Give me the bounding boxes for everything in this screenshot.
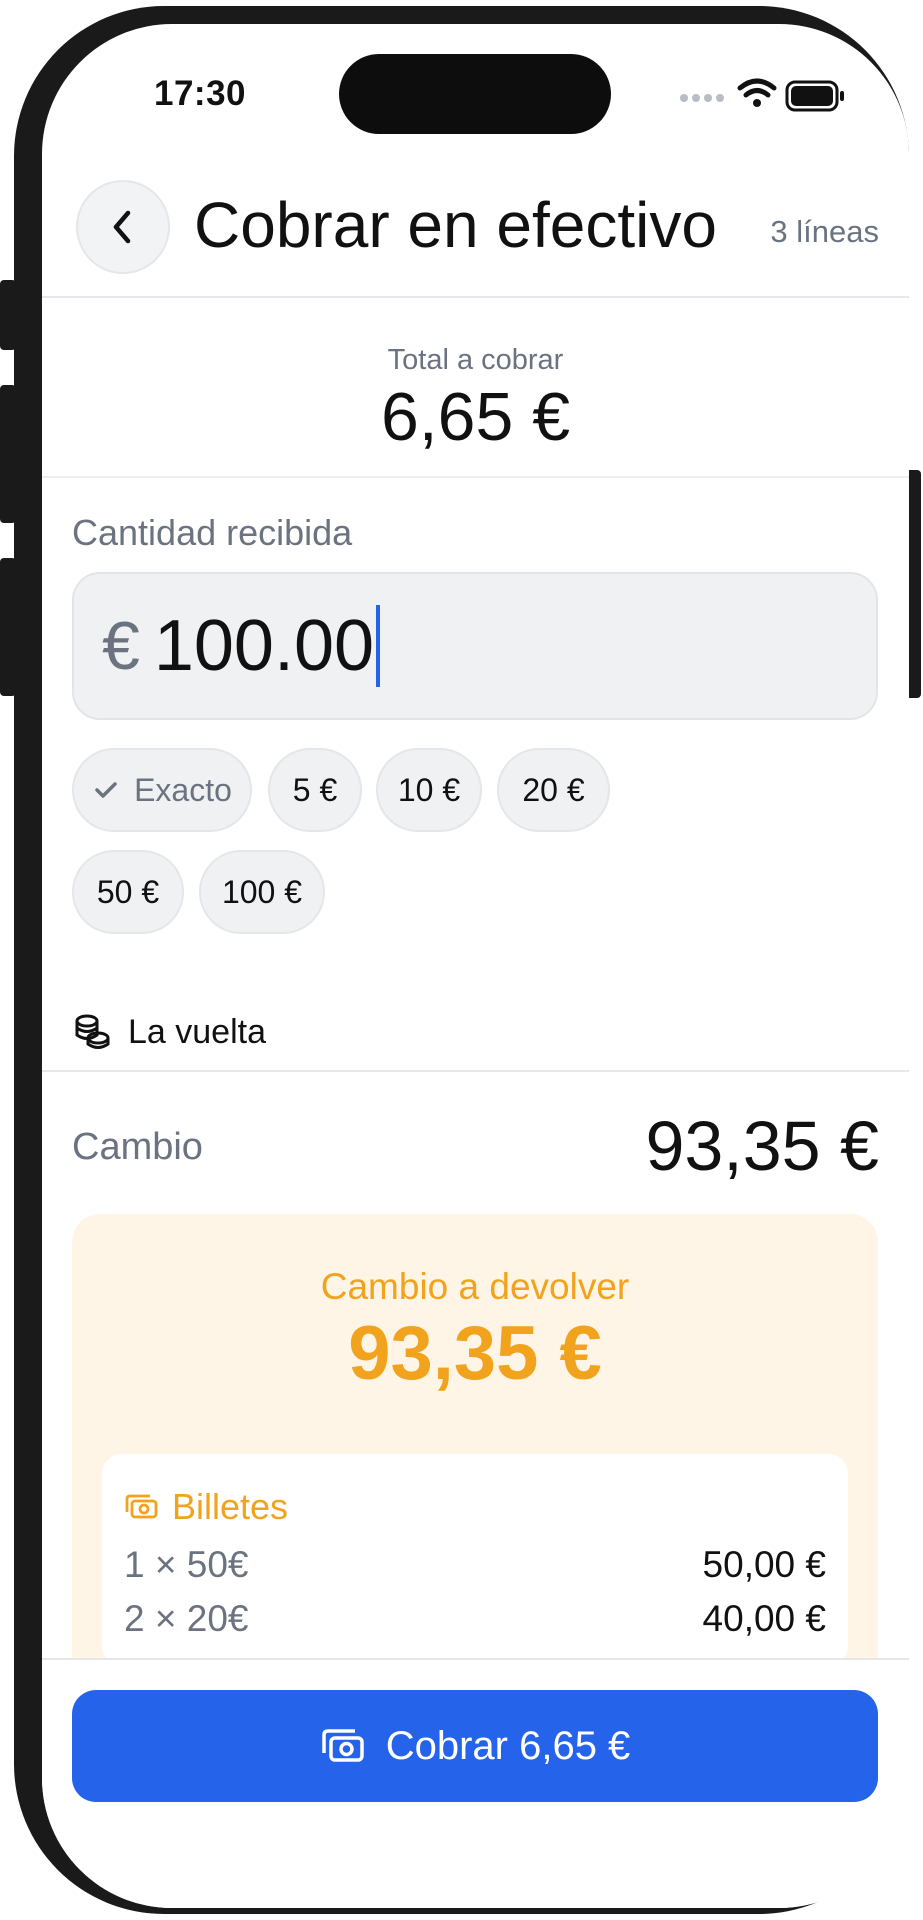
chip-label: Exacto xyxy=(134,771,232,808)
bills-breakdown: Billetes 1 × 50€ 50,00 € 2 × 20€ 40,00 € xyxy=(102,1454,848,1666)
total-value: 6,65 € xyxy=(380,379,571,455)
chip-100[interactable]: 100 € xyxy=(199,850,325,934)
pay-button[interactable]: Cobrar 6,65 € xyxy=(72,1690,878,1802)
status-icons xyxy=(662,74,862,114)
bills-label: Billetes xyxy=(172,1486,289,1527)
chip-label: 100 € xyxy=(221,873,303,910)
currency-prefix: € xyxy=(102,608,140,684)
chip-label: 10 € xyxy=(397,771,461,808)
status-indicators xyxy=(680,78,844,112)
wifi-icon xyxy=(737,78,777,98)
bill-amount: 40,00 € xyxy=(702,1598,826,1639)
banknote-icon xyxy=(125,1494,158,1519)
total-label: Total a cobrar xyxy=(387,344,564,376)
change-value: 93,35 € xyxy=(348,1311,602,1396)
check-icon xyxy=(95,782,117,798)
line-count: 3 líneas xyxy=(770,214,879,249)
banknote-icon xyxy=(321,1729,364,1762)
cambio-label: Cambio xyxy=(72,1126,203,1168)
bills-header: Billetes xyxy=(124,1486,288,1528)
bill-amount: 50,00 € xyxy=(702,1544,826,1585)
pay-button-label: Cobrar 6,65 € xyxy=(385,1723,631,1768)
battery-icon xyxy=(785,80,844,112)
device-frame: 17:30 Cobrar en efectivo 3 líneas Total … xyxy=(14,6,909,1914)
chip-50[interactable]: 50 € xyxy=(72,850,184,934)
chip-label: 5 € xyxy=(292,771,338,808)
back-button[interactable] xyxy=(76,180,170,274)
screen: 17:30 Cobrar en efectivo 3 líneas Total … xyxy=(42,24,909,1908)
status-time: 17:30 xyxy=(154,74,247,113)
vuelta-label: La vuelta xyxy=(128,1012,266,1051)
received-amount-input[interactable]: € 100.00 xyxy=(72,572,878,720)
cambio-value: 93,35 € xyxy=(645,1107,879,1185)
change-card: Cambio a devolver 93,35 € Billetes 1 × 5… xyxy=(72,1214,878,1734)
header: Cobrar en efectivo 3 líneas xyxy=(42,174,909,298)
wifi-dot xyxy=(753,99,761,107)
chevron-left-icon xyxy=(113,210,131,244)
page-title: Cobrar en efectivo xyxy=(194,189,717,261)
chip-20[interactable]: 20 € xyxy=(497,748,610,832)
chip-10[interactable]: 10 € xyxy=(376,748,482,832)
chip-label: 50 € xyxy=(96,873,160,910)
change-title: Cambio a devolver xyxy=(320,1266,630,1307)
total-section: Total a cobrar 6,65 € xyxy=(42,298,909,478)
signal-icon xyxy=(680,94,724,102)
bill-quantity: 2 × 20€ xyxy=(124,1598,249,1639)
section-divider xyxy=(42,1070,909,1072)
coins-icon xyxy=(75,1014,110,1049)
vuelta-row[interactable]: La vuelta xyxy=(72,1012,266,1052)
received-amount-value: 100.00 xyxy=(153,606,375,686)
footer: Cobrar 6,65 € xyxy=(42,1658,909,1908)
received-label: Cantidad recibida xyxy=(72,512,353,553)
text-caret xyxy=(376,605,381,687)
bill-quantity: 1 × 50€ xyxy=(124,1544,249,1585)
chip-exacto[interactable]: Exacto xyxy=(72,748,252,832)
chip-5[interactable]: 5 € xyxy=(268,748,362,832)
chip-label: 20 € xyxy=(522,771,585,808)
dynamic-island xyxy=(339,54,611,134)
